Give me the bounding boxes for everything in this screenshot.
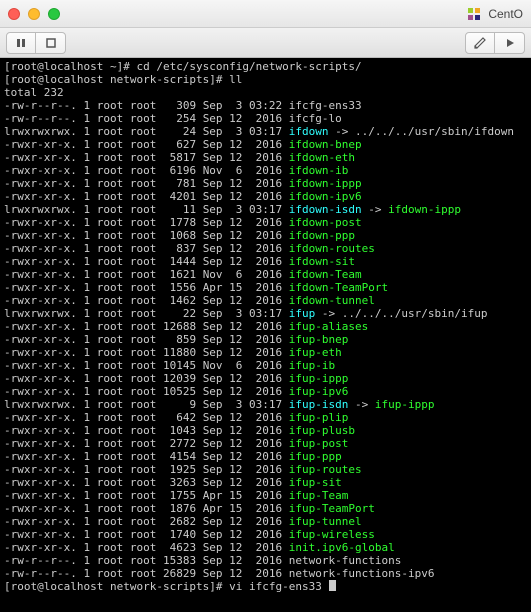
file-row: -rwxr-xr-x. 1 root root 1556 Apr 15 2016…: [4, 281, 527, 294]
file-row: -rwxr-xr-x. 1 root root 11880 Sep 12 201…: [4, 346, 527, 359]
file-row: -rwxr-xr-x. 1 root root 1740 Sep 12 2016…: [4, 528, 527, 541]
cursor: [329, 580, 336, 591]
file-row: -rwxr-xr-x. 1 root root 642 Sep 12 2016 …: [4, 411, 527, 424]
file-row: lrwxrwxrwx. 1 root root 22 Sep 3 03:17 i…: [4, 307, 527, 320]
file-row: -rwxr-xr-x. 1 root root 4201 Sep 12 2016…: [4, 190, 527, 203]
file-row: -rwxr-xr-x. 1 root root 781 Sep 12 2016 …: [4, 177, 527, 190]
minimize-window-button[interactable]: [28, 8, 40, 20]
file-row: -rwxr-xr-x. 1 root root 5817 Sep 12 2016…: [4, 151, 527, 164]
terminal-output[interactable]: [root@localhost ~]# cd /etc/sysconfig/ne…: [0, 58, 531, 612]
file-row: -rwxr-xr-x. 1 root root 1444 Sep 12 2016…: [4, 255, 527, 268]
total-line: total 232: [4, 86, 527, 99]
file-row: -rwxr-xr-x. 1 root root 1876 Apr 15 2016…: [4, 502, 527, 515]
file-row: -rwxr-xr-x. 1 root root 1925 Sep 12 2016…: [4, 463, 527, 476]
file-row: -rwxr-xr-x. 1 root root 627 Sep 12 2016 …: [4, 138, 527, 151]
file-row: -rwxr-xr-x. 1 root root 4154 Sep 12 2016…: [4, 450, 527, 463]
centos-icon: [466, 6, 482, 22]
prompt-line: [root@localhost ~]# cd /etc/sysconfig/ne…: [4, 60, 527, 73]
close-window-button[interactable]: [8, 8, 20, 20]
window-controls: [8, 8, 60, 20]
maximize-window-button[interactable]: [48, 8, 60, 20]
file-row: -rwxr-xr-x. 1 root root 1043 Sep 12 2016…: [4, 424, 527, 437]
file-row: -rwxr-xr-x. 1 root root 1755 Apr 15 2016…: [4, 489, 527, 502]
file-row: -rw-r--r--. 1 root root 309 Sep 3 03:22 …: [4, 99, 527, 112]
file-row: -rwxr-xr-x. 1 root root 859 Sep 12 2016 …: [4, 333, 527, 346]
file-row: -rwxr-xr-x. 1 root root 2682 Sep 12 2016…: [4, 515, 527, 528]
file-row: -rwxr-xr-x. 1 root root 10525 Sep 12 201…: [4, 385, 527, 398]
file-row: -rwxr-xr-x. 1 root root 1778 Sep 12 2016…: [4, 216, 527, 229]
window-titlebar: CentO: [0, 0, 531, 28]
file-row: -rwxr-xr-x. 1 root root 3263 Sep 12 2016…: [4, 476, 527, 489]
file-row: -rwxr-xr-x. 1 root root 1068 Sep 12 2016…: [4, 229, 527, 242]
file-row: -rwxr-xr-x. 1 root root 4623 Sep 12 2016…: [4, 541, 527, 554]
file-row: -rwxr-xr-x. 1 root root 12688 Sep 12 201…: [4, 320, 527, 333]
file-row: -rwxr-xr-x. 1 root root 837 Sep 12 2016 …: [4, 242, 527, 255]
file-row: -rwxr-xr-x. 1 root root 10145 Nov 6 2016…: [4, 359, 527, 372]
file-row: -rw-r--r--. 1 root root 15383 Sep 12 201…: [4, 554, 527, 567]
title-right-label: CentO: [466, 6, 523, 22]
tools-button[interactable]: [465, 32, 495, 54]
file-row: lrwxrwxrwx. 1 root root 24 Sep 3 03:17 i…: [4, 125, 527, 138]
file-row: -rwxr-xr-x. 1 root root 2772 Sep 12 2016…: [4, 437, 527, 450]
file-row: -rwxr-xr-x. 1 root root 12039 Sep 12 201…: [4, 372, 527, 385]
pause-stop-group: [6, 32, 66, 54]
pause-button[interactable]: [6, 32, 36, 54]
prompt-line: [root@localhost network-scripts]# ll: [4, 73, 527, 86]
run-button[interactable]: [495, 32, 525, 54]
file-row: lrwxrwxrwx. 1 root root 9 Sep 3 03:17 if…: [4, 398, 527, 411]
run-tools-group: [465, 32, 525, 54]
prompt-line: [root@localhost network-scripts]# vi ifc…: [4, 580, 527, 593]
toolbar: [0, 28, 531, 58]
file-row: -rw-r--r--. 1 root root 26829 Sep 12 201…: [4, 567, 527, 580]
file-row: lrwxrwxrwx. 1 root root 11 Sep 3 03:17 i…: [4, 203, 527, 216]
stop-button[interactable]: [36, 32, 66, 54]
file-row: -rwxr-xr-x. 1 root root 1462 Sep 12 2016…: [4, 294, 527, 307]
file-row: -rwxr-xr-x. 1 root root 6196 Nov 6 2016 …: [4, 164, 527, 177]
file-row: -rw-r--r--. 1 root root 254 Sep 12 2016 …: [4, 112, 527, 125]
app-title: CentO: [488, 7, 523, 21]
file-row: -rwxr-xr-x. 1 root root 1621 Nov 6 2016 …: [4, 268, 527, 281]
